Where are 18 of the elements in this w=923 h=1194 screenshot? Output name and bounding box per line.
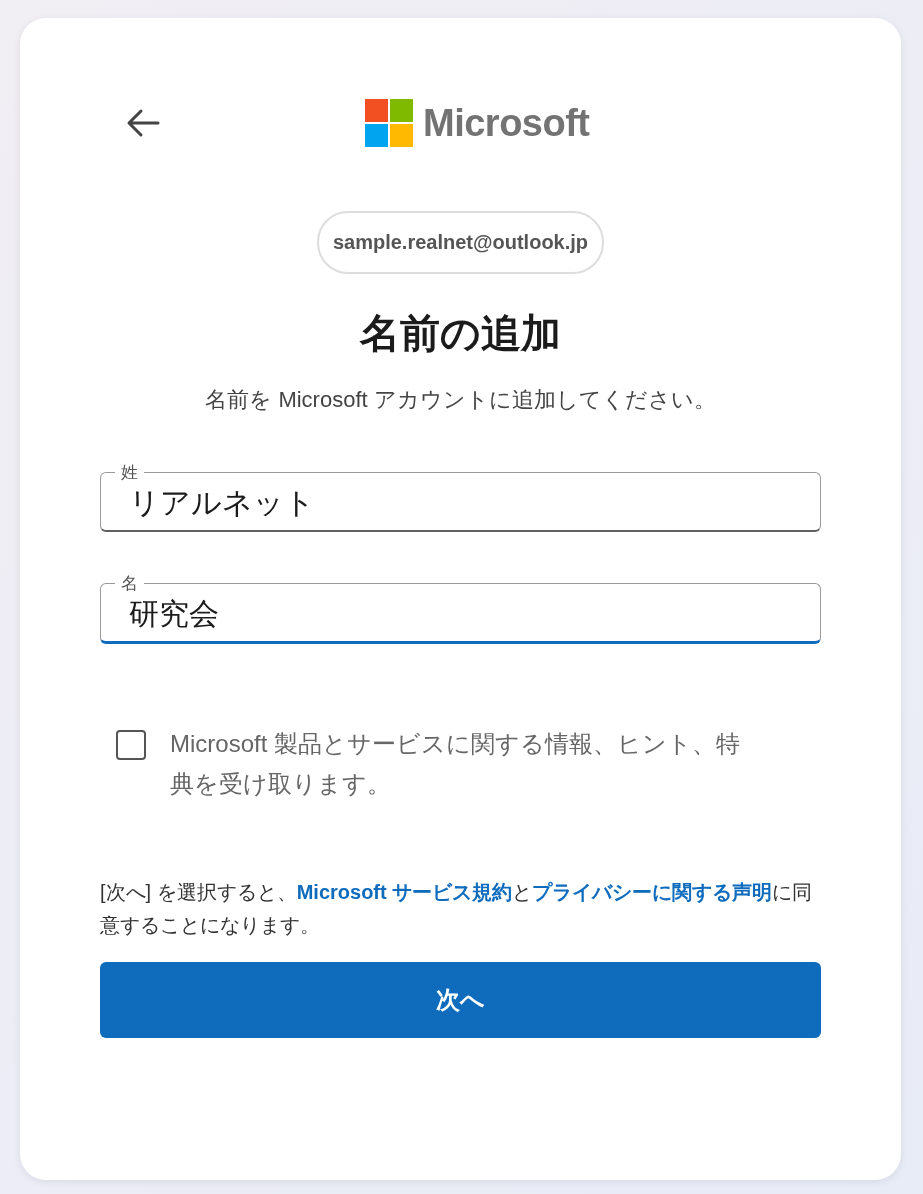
page-subtitle: 名前を Microsoft アカウントに追加してください。 xyxy=(204,386,717,414)
field-label: 姓 xyxy=(120,462,139,484)
terms-link[interactable]: Microsoft サービス規約 xyxy=(296,881,513,903)
back-arrow-icon[interactable] xyxy=(126,108,160,138)
terms-link[interactable]: プライバシーに関する声明 xyxy=(532,881,773,903)
name-field[interactable]: 名 研究会 xyxy=(100,572,821,644)
next-button[interactable]: 次へ xyxy=(100,962,821,1038)
name-input[interactable]: 研究会 xyxy=(129,597,792,631)
logo-squares-icon xyxy=(365,99,413,147)
field-label: 名 xyxy=(120,573,139,595)
terms-text: [次へ] を選択すると、Microsoft サービス規約と プライバシーに関する声明に同意することになります。 xyxy=(100,880,814,938)
page-title: 名前の追加 xyxy=(358,310,562,357)
name-input[interactable]: リアルネット xyxy=(129,486,792,520)
checkbox[interactable] xyxy=(116,730,146,760)
name-field[interactable]: 姓 リアルネット xyxy=(100,461,821,532)
checkbox-label: Microsoft 製品とサービスに関する情報、ヒント、特典を受け取ります。 xyxy=(170,729,741,799)
logo-wordmark: Microsoft xyxy=(423,101,590,145)
account-email-chip[interactable]: sample.realnet@outlook.jp xyxy=(316,211,605,274)
